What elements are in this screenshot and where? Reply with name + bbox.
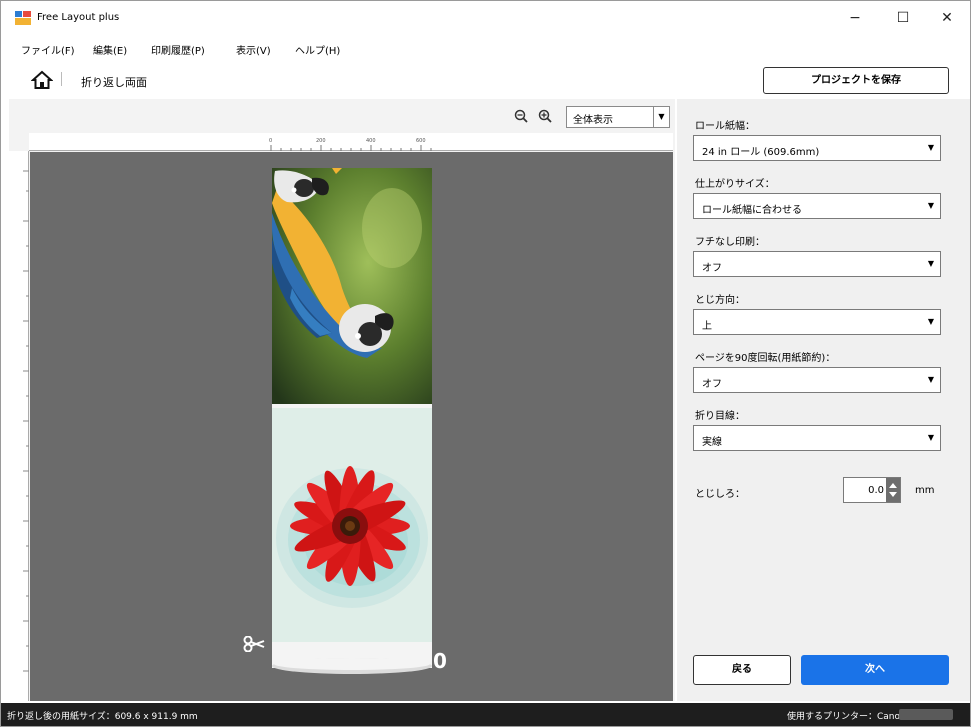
- back-button[interactable]: 戻る: [693, 655, 791, 685]
- print-preview-canvas[interactable]: 0: [30, 152, 673, 701]
- menu-edit[interactable]: 編集(E): [93, 42, 127, 57]
- ruler-ticks-vertical: [23, 170, 29, 672]
- status-bar: 折り返し後の用紙サイズ：609.6 x 911.9 mm 使用するプリンター：C…: [1, 703, 970, 726]
- maximize-button[interactable]: ☐: [881, 5, 925, 31]
- binding-side-value: 上: [702, 321, 712, 332]
- chevron-down-icon: ▼: [927, 259, 934, 268]
- finish-size-label: 仕上がりサイズ：: [695, 179, 775, 190]
- spin-buttons[interactable]: [886, 478, 900, 502]
- rotate-page-label: ページを90度回転(用紙節約)：: [695, 353, 836, 364]
- chevron-down-icon: ▼: [927, 143, 934, 152]
- spin-up-icon[interactable]: [889, 483, 897, 488]
- title-bar: Free Layout plus − ☐ ✕: [1, 1, 970, 35]
- binding-margin-label: とじしろ：: [695, 489, 745, 500]
- horizontal-ruler: 0 200 400 600: [29, 133, 673, 151]
- zoom-out-icon[interactable]: [514, 109, 528, 123]
- finish-size-select[interactable]: ロール紙幅に合わせる ▼: [693, 193, 941, 219]
- rotate-page-select[interactable]: オフ ▼: [693, 367, 941, 393]
- chevron-down-icon: ▼: [927, 433, 934, 442]
- minimize-button[interactable]: −: [833, 5, 877, 31]
- paper-size-status: 折り返し後の用紙サイズ：609.6 x 911.9 mm: [7, 712, 198, 722]
- menu-file[interactable]: ファイル(F): [21, 42, 75, 57]
- scissors-icon: [243, 636, 265, 652]
- ruler-mark-600: 600: [416, 138, 426, 144]
- close-button[interactable]: ✕: [925, 5, 969, 31]
- roll-paper-sheet: [272, 168, 432, 658]
- photo-gerbera[interactable]: [272, 408, 432, 644]
- parrot-image: [272, 168, 432, 404]
- spin-down-icon[interactable]: [889, 492, 897, 497]
- roll-end-mark: 0: [433, 649, 447, 673]
- binding-margin-value: 0.0: [868, 485, 884, 496]
- home-icon[interactable]: [31, 69, 53, 91]
- vertical-ruler: [9, 151, 29, 701]
- settings-panel: ロール紙幅： 24 in ロール (609.6mm) ▼ 仕上がりサイズ： ロー…: [677, 99, 970, 701]
- rotate-page-value: オフ: [702, 379, 722, 390]
- binding-margin-unit: mm: [915, 485, 935, 496]
- gerbera-image: [272, 408, 432, 644]
- roll-width-value: 24 in ロール (609.6mm): [702, 147, 820, 158]
- breadcrumb-separator: [61, 72, 62, 86]
- window-title: Free Layout plus: [37, 12, 120, 23]
- breadcrumb: 折り返し両面 プロジェクトを保存: [1, 63, 970, 97]
- borderless-label: フチなし印刷：: [695, 237, 765, 248]
- roll-width-select[interactable]: 24 in ロール (609.6mm) ▼: [693, 135, 941, 161]
- zoom-level-value: 全体表示: [573, 115, 613, 126]
- fold-line-value: 実線: [702, 437, 722, 448]
- finish-size-value: ロール紙幅に合わせる: [702, 205, 802, 216]
- zoom-level-select[interactable]: 全体表示 ▼: [566, 106, 670, 128]
- free-layout-plus-window: Free Layout plus − ☐ ✕ ファイル(F) 編集(E) 印刷履…: [0, 0, 971, 727]
- ruler-mark-400: 400: [366, 138, 376, 144]
- fold-line-label: 折り目線：: [695, 411, 745, 422]
- chevron-down-icon: ▼: [927, 375, 934, 384]
- menu-print-history[interactable]: 印刷履歴(P): [151, 42, 205, 57]
- chevron-down-icon: ▼: [653, 107, 669, 127]
- printer-name-redacted: [899, 709, 953, 720]
- binding-side-select[interactable]: 上 ▼: [693, 309, 941, 335]
- printer-status: 使用するプリンター：Canon: [787, 712, 906, 722]
- app-logo-icon: [15, 11, 31, 25]
- borderless-select[interactable]: オフ ▼: [693, 251, 941, 277]
- zoom-in-icon[interactable]: [538, 109, 552, 123]
- preview-pane: 全体表示 ▼ 0 200 400 600 0: [9, 99, 675, 701]
- binding-margin-input[interactable]: 0.0: [843, 477, 901, 503]
- roll-end: [272, 642, 432, 674]
- next-button[interactable]: 次へ: [801, 655, 949, 685]
- borderless-value: オフ: [702, 263, 722, 274]
- ruler-ticks: 0 200 400 600: [269, 138, 432, 151]
- ruler-mark-200: 200: [316, 138, 326, 144]
- binding-side-label: とじ方向：: [695, 295, 745, 306]
- save-project-button[interactable]: プロジェクトを保存: [763, 67, 949, 94]
- ruler-mark-0: 0: [269, 138, 272, 144]
- menu-view[interactable]: 表示(V): [236, 42, 271, 57]
- photo-parrot[interactable]: [272, 168, 432, 404]
- breadcrumb-current: 折り返し両面: [81, 76, 147, 89]
- chevron-down-icon: ▼: [927, 317, 934, 326]
- menu-help[interactable]: ヘルプ(H): [295, 42, 340, 57]
- fold-line-select[interactable]: 実線 ▼: [693, 425, 941, 451]
- menu-bar: ファイル(F) 編集(E) 印刷履歴(P) 表示(V) ヘルプ(H): [1, 37, 701, 59]
- chevron-down-icon: ▼: [927, 201, 934, 210]
- roll-width-label: ロール紙幅：: [695, 121, 755, 132]
